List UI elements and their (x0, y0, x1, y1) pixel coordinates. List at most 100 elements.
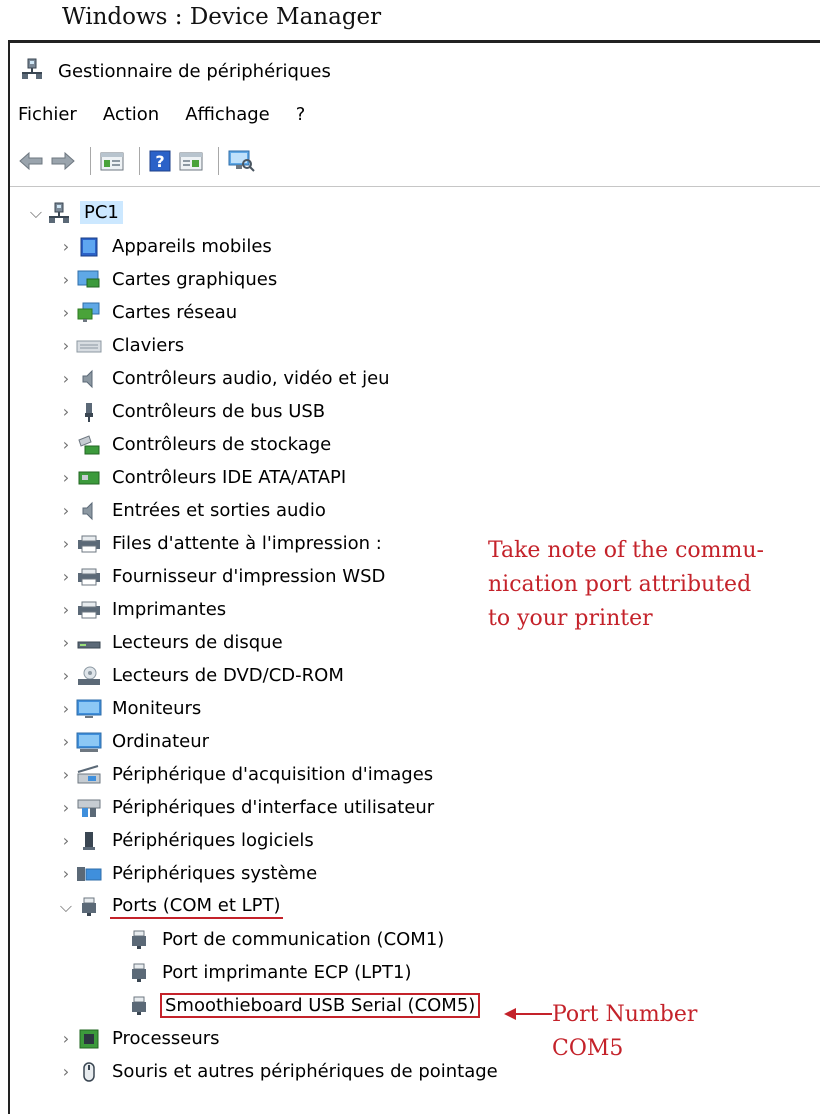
chevron-down-icon[interactable]: ⌵ (56, 897, 76, 917)
display-adapter-icon (76, 268, 102, 292)
chevron-right-icon[interactable]: › (56, 369, 76, 388)
toolbar-divider (10, 186, 820, 187)
menu-file[interactable]: Fichier (18, 104, 77, 125)
tree-item[interactable]: › Cartes graphiques (56, 263, 279, 296)
storage-controller-icon (76, 433, 102, 457)
tree-subitem-label: Port imprimante ECP (LPT1) (162, 962, 412, 983)
tree-item[interactable]: › Entrées et sorties audio (56, 494, 328, 527)
forward-icon[interactable] (50, 150, 76, 172)
chevron-right-icon[interactable]: › (56, 534, 76, 553)
chevron-right-icon[interactable]: › (56, 1062, 76, 1081)
tree-item[interactable]: › Fournisseur d'impression WSD (56, 560, 387, 593)
keyboard-icon (76, 334, 102, 358)
back-icon[interactable] (18, 150, 44, 172)
ide-controller-icon (76, 466, 102, 490)
chevron-right-icon[interactable]: › (56, 237, 76, 256)
tree-item-label: Souris et autres périphériques de pointa… (112, 1061, 498, 1082)
menu-bar: Fichier Action Affichage ? (18, 104, 331, 125)
annotation-port-line: Port Number (552, 1002, 698, 1027)
tree-item[interactable]: › Contrôleurs de stockage (56, 428, 333, 461)
tree-item[interactable]: › Souris et autres périphériques de poin… (56, 1055, 500, 1088)
tree-item[interactable]: › Contrôleurs audio, vidéo et jeu (56, 362, 392, 395)
computer-network-icon (46, 201, 72, 225)
toolbar-separator (139, 147, 140, 175)
tree-item[interactable]: › Lecteurs de disque (56, 626, 285, 659)
port-icon (126, 961, 152, 985)
tree-item[interactable]: › Contrôleurs IDE ATA/ATAPI (56, 461, 348, 494)
menu-view[interactable]: Affichage (185, 104, 270, 125)
update-driver-icon[interactable] (178, 150, 204, 172)
tree-item[interactable]: › Imprimantes (56, 593, 228, 626)
chevron-right-icon[interactable]: › (56, 699, 76, 718)
chevron-right-icon[interactable]: › (56, 435, 76, 454)
processor-icon (76, 1027, 102, 1051)
tree-subitem[interactable]: Port imprimante ECP (LPT1) (126, 956, 414, 989)
chevron-right-icon[interactable]: › (56, 666, 76, 685)
tree-item-label: Ordinateur (112, 731, 210, 752)
tree-subitem[interactable]: Port de communication (COM1) (126, 923, 446, 956)
annotation-port-line: COM5 (552, 1036, 624, 1061)
menu-action[interactable]: Action (103, 104, 159, 125)
chevron-right-icon[interactable]: › (56, 831, 76, 850)
chevron-down-icon[interactable]: ⌵ (26, 203, 46, 223)
audio-io-icon (76, 499, 102, 523)
chevron-right-icon[interactable]: › (56, 864, 76, 883)
tree-item-label: Périphériques d'interface utilisateur (112, 797, 435, 818)
chevron-right-icon[interactable]: › (56, 402, 76, 421)
tree-item-label: Périphériques système (112, 863, 318, 884)
tree-item[interactable]: › Cartes réseau (56, 296, 239, 329)
tree-root[interactable]: ⌵ PC1 (26, 196, 123, 229)
tree-item[interactable]: › Lecteurs de DVD/CD-ROM (56, 659, 346, 692)
help-icon[interactable]: ? (148, 149, 172, 173)
chevron-right-icon[interactable]: › (56, 732, 76, 751)
scan-hardware-icon[interactable] (227, 149, 255, 173)
tree-item-label: Imprimantes (112, 599, 227, 620)
chevron-right-icon[interactable]: › (56, 270, 76, 289)
arrow-left-icon (504, 1008, 552, 1020)
tree-item[interactable]: › Appareils mobiles (56, 230, 274, 263)
port-icon (126, 994, 152, 1018)
scanner-icon (76, 763, 102, 787)
properties-icon[interactable] (99, 150, 125, 172)
toolbar-separator (218, 147, 219, 175)
tree-root-label: PC1 (80, 201, 123, 224)
tree-item-label: Contrôleurs de stockage (112, 434, 332, 455)
chevron-right-icon[interactable]: › (56, 600, 76, 619)
port-icon (76, 895, 102, 919)
tree-item-label: Périphérique d'acquisition d'images (112, 764, 434, 785)
tree-item-label: Entrées et sorties audio (112, 500, 326, 521)
tree-item[interactable]: › Moniteurs (56, 692, 203, 725)
hid-icon (76, 796, 102, 820)
tree-item-label: Processeurs (112, 1028, 220, 1049)
tree-subitem-com5[interactable]: Smoothieboard USB Serial (COM5) (126, 989, 481, 1022)
usb-icon (76, 400, 102, 424)
tree-item[interactable]: › Périphériques système (56, 857, 319, 890)
tree-item[interactable]: › Claviers (56, 329, 186, 362)
title-bar: Gestionnaire de périphériques (20, 56, 331, 86)
tree-item[interactable]: › Périphériques d'interface utilisateur (56, 791, 436, 824)
tree-item-label: Contrôleurs audio, vidéo et jeu (112, 368, 390, 389)
tree-item[interactable]: › Processeurs (56, 1022, 222, 1055)
tree-item[interactable]: › Files d'attente à l'impression : (56, 527, 384, 560)
network-adapter-icon (76, 301, 102, 325)
monitor-icon (76, 697, 102, 721)
printer-icon (76, 598, 102, 622)
tree-item[interactable]: › Périphérique d'acquisition d'images (56, 758, 435, 791)
tree-item[interactable]: › Périphériques logiciels (56, 824, 316, 857)
chevron-right-icon[interactable]: › (56, 1029, 76, 1048)
chevron-right-icon[interactable]: › (56, 501, 76, 520)
chevron-right-icon[interactable]: › (56, 567, 76, 586)
tree-item[interactable]: › Contrôleurs de bus USB (56, 395, 327, 428)
chevron-right-icon[interactable]: › (56, 468, 76, 487)
chevron-right-icon[interactable]: › (56, 798, 76, 817)
tree-item-label: Claviers (112, 335, 185, 356)
chevron-right-icon[interactable]: › (56, 303, 76, 322)
tree-item[interactable]: › Ordinateur (56, 725, 211, 758)
menu-help[interactable]: ? (296, 104, 306, 125)
chevron-right-icon[interactable]: › (56, 633, 76, 652)
annotation-port: Port Number COM5 (552, 998, 697, 1066)
chevron-right-icon[interactable]: › (56, 765, 76, 784)
tree-item-ports[interactable]: ⌵ Ports (COM et LPT) (56, 890, 283, 923)
chevron-right-icon[interactable]: › (56, 336, 76, 355)
tree-item-label: Lecteurs de disque (112, 632, 283, 653)
